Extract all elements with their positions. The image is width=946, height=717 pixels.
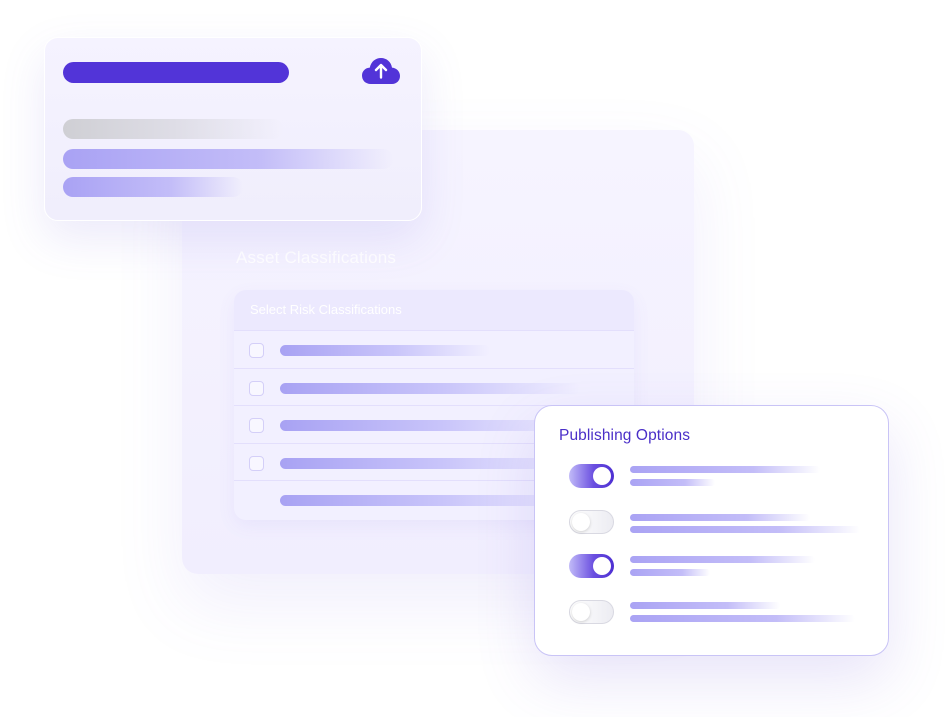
option-label-placeholder <box>630 466 820 473</box>
upload-card <box>44 37 422 221</box>
publishing-options-title: Publishing Options <box>559 427 691 444</box>
option-description-placeholder <box>630 569 710 576</box>
risk-option-checkbox[interactable] <box>249 380 264 396</box>
toggle-knob <box>593 467 611 485</box>
asset-classifications-title: Asset Classifications <box>236 248 397 267</box>
publishing-option-toggle[interactable] <box>569 510 614 534</box>
risk-select-placeholder[interactable]: Select Risk Classifications <box>234 290 634 330</box>
risk-option-label-placeholder <box>280 345 490 356</box>
upload-title-placeholder <box>63 62 289 83</box>
option-label-placeholder <box>630 556 815 563</box>
publishing-option-toggle[interactable] <box>569 554 614 578</box>
upload-line-placeholder <box>63 119 283 139</box>
risk-option-row[interactable] <box>234 367 634 406</box>
option-description-placeholder <box>630 615 855 622</box>
risk-option-row[interactable] <box>234 330 634 368</box>
publishing-option-toggle[interactable] <box>569 464 614 488</box>
risk-option-label-placeholder <box>280 382 580 394</box>
risk-option-checkbox[interactable] <box>249 343 264 358</box>
publishing-option-row <box>569 600 869 626</box>
option-label-placeholder <box>630 602 780 609</box>
publishing-option-toggle[interactable] <box>569 600 614 624</box>
toggle-knob <box>572 603 590 621</box>
toggle-knob <box>593 557 611 575</box>
upload-line-placeholder <box>63 149 393 169</box>
publishing-option-row <box>569 464 869 490</box>
risk-option-checkbox[interactable] <box>249 418 264 433</box>
option-description-placeholder <box>630 526 860 533</box>
publishing-option-row <box>569 510 869 536</box>
option-description-placeholder <box>630 479 715 486</box>
upload-line-placeholder <box>63 177 243 197</box>
cloud-upload-icon[interactable] <box>361 56 401 86</box>
publishing-options-card: Publishing Options <box>534 405 889 656</box>
option-label-placeholder <box>630 514 810 521</box>
toggle-knob <box>572 513 590 531</box>
risk-option-checkbox[interactable] <box>249 455 264 471</box>
publishing-option-row <box>569 554 869 580</box>
